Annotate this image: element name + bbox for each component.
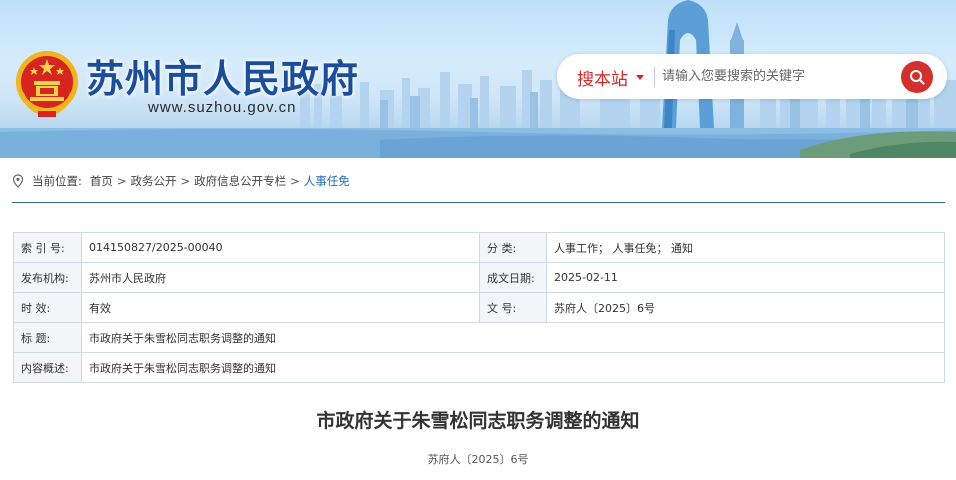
site-url: www.suzhou.gov.cn: [148, 99, 297, 116]
validity-value: 有效: [81, 292, 480, 323]
breadcrumb-divider: [12, 202, 945, 203]
site-title[interactable]: 苏州市人民政府: [86, 48, 359, 103]
article-title: 市政府关于朱雪松同志职务调整的通知: [316, 410, 640, 432]
date-label: 成文日期:: [479, 262, 547, 293]
table-row: 标 题: 市政府关于朱雪松同志职务调整的通知: [13, 322, 945, 353]
site-header: 苏州市人民政府 www.suzhou.gov.cn 搜本站: [0, 0, 956, 158]
category-value: 人事工作； 人事任免； 通知: [546, 232, 945, 263]
breadcrumb-gov-affairs[interactable]: 政务公开: [131, 173, 177, 189]
doc-no-label: 文 号:: [479, 292, 547, 323]
date-value: 2025-02-11: [546, 262, 945, 293]
breadcrumb: 当前位置: 首页 > 政务公开 > 政府信息公开专栏 > 人事任免: [12, 172, 350, 190]
national-emblem-icon: [16, 51, 78, 118]
publisher-value: 苏州市人民政府: [81, 262, 480, 293]
breadcrumb-separator: >: [180, 174, 191, 188]
document-info-table: 索 引 号: 014150827/2025-00040 分 类: 人事工作； 人…: [13, 232, 945, 383]
doc-no-value: 苏府人〔2025〕6号: [546, 292, 945, 323]
search-icon: [910, 70, 925, 85]
search-input[interactable]: [662, 63, 892, 90]
breadcrumb-separator: >: [290, 174, 300, 188]
breadcrumb-info-disclosure[interactable]: 政府信息公开专栏: [194, 173, 286, 189]
table-row: 内容概述: 市政府关于朱雪松同志职务调整的通知: [13, 352, 945, 383]
search-bar: 搜本站: [557, 54, 947, 99]
summary-label: 内容概述:: [13, 352, 82, 383]
validity-label: 时 效:: [13, 292, 82, 323]
table-row: 索 引 号: 014150827/2025-00040 分 类: 人事工作； 人…: [13, 232, 945, 263]
breadcrumb-separator: >: [116, 174, 127, 188]
title-label: 标 题:: [13, 322, 82, 353]
caret-down-icon[interactable]: [636, 75, 644, 80]
search-scope-dropdown[interactable]: 搜本站: [577, 65, 628, 90]
index-no-value: 014150827/2025-00040: [81, 232, 480, 263]
breadcrumb-home[interactable]: 首页: [90, 173, 113, 189]
search-button[interactable]: [901, 61, 933, 93]
table-row: 时 效: 有效 文 号: 苏府人〔2025〕6号: [13, 292, 945, 323]
search-divider: [654, 67, 655, 87]
category-label: 分 类:: [479, 232, 547, 263]
table-row: 发布机构: 苏州市人民政府 成文日期: 2025-02-11: [13, 262, 945, 293]
breadcrumb-label: 当前位置:: [32, 174, 82, 188]
article-doc-number: 苏府人〔2025〕6号: [427, 453, 529, 466]
summary-value: 市政府关于朱雪松同志职务调整的通知: [81, 352, 945, 383]
publisher-label: 发布机构:: [13, 262, 82, 293]
breadcrumb-personnel-appointments[interactable]: 人事任免: [304, 173, 350, 189]
location-pin-icon: [12, 174, 24, 188]
title-value: 市政府关于朱雪松同志职务调整的通知: [81, 322, 945, 353]
index-no-label: 索 引 号:: [13, 232, 82, 263]
